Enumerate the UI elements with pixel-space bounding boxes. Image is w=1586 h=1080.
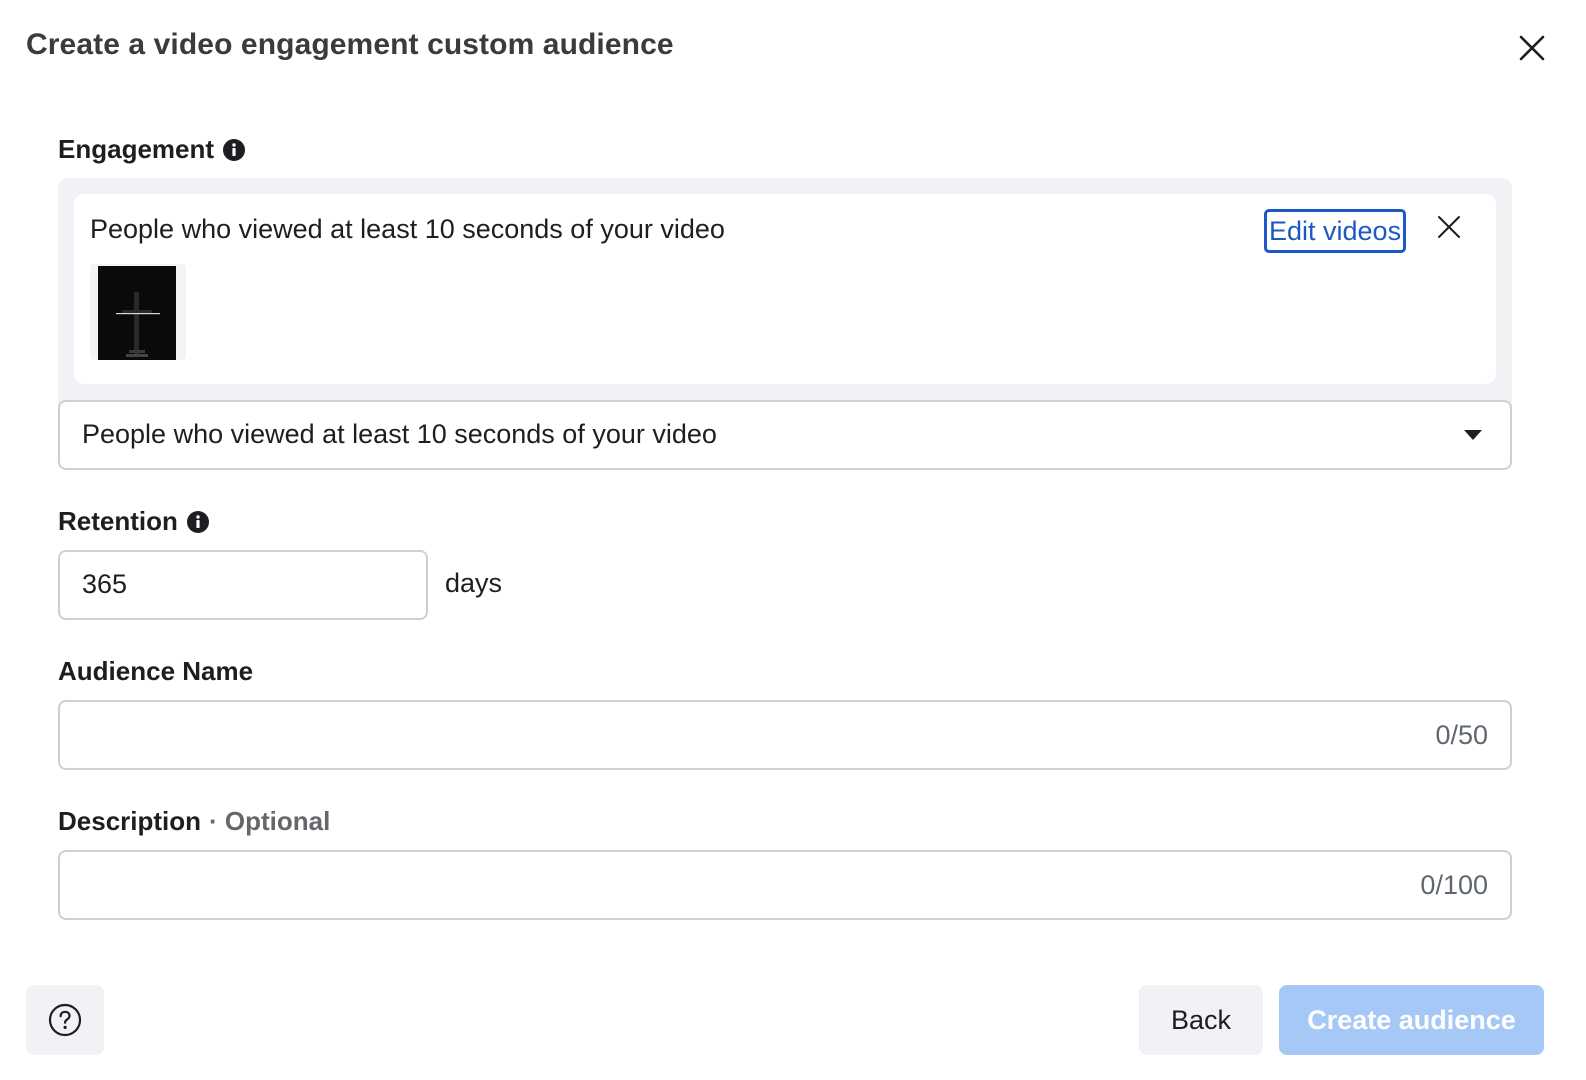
retention-unit: days — [445, 568, 503, 598]
close-icon — [1519, 35, 1545, 61]
caret-down-icon — [1464, 430, 1482, 440]
engagement-type-value: People who viewed at least 10 seconds of… — [82, 419, 717, 449]
close-dialog-button[interactable] — [1514, 30, 1550, 66]
video-thumbnail-frame[interactable] — [90, 264, 186, 360]
description-counter: 0/100 — [1420, 870, 1488, 900]
optional-tag: · Optional — [209, 806, 331, 836]
retention-value: 365 — [82, 569, 128, 599]
description-label: Description — [58, 806, 202, 836]
engagement-label-row: Engagement — [58, 134, 246, 165]
description-input[interactable]: 0/100 — [58, 850, 1512, 920]
dialog-title: Create a video engagement custom audienc… — [26, 28, 674, 61]
info-icon[interactable] — [222, 138, 246, 162]
edit-videos-link[interactable]: Edit videos — [1264, 209, 1407, 253]
retention-label: Retention — [58, 506, 178, 536]
engagement-rule-text: People who viewed at least 10 seconds of… — [90, 214, 725, 244]
engagement-rule-card: People who viewed at least 10 seconds of… — [74, 194, 1496, 384]
video-thumbnail — [98, 266, 176, 360]
audience-name-input[interactable]: 0/50 — [58, 700, 1512, 770]
create-audience-button[interactable]: Create audience — [1279, 985, 1544, 1055]
engagement-section: People who viewed at least 10 seconds of… — [58, 178, 1512, 470]
close-icon — [1438, 216, 1460, 238]
help-icon — [48, 1003, 82, 1037]
back-button[interactable]: Back — [1139, 985, 1263, 1055]
engagement-label: Engagement — [58, 134, 215, 164]
description-label-row: Description · Optional — [58, 806, 330, 837]
info-icon[interactable] — [186, 510, 210, 534]
help-button[interactable] — [26, 985, 104, 1055]
custom-audience-dialog: Create a video engagement custom audienc… — [0, 0, 1586, 1080]
remove-rule-button[interactable] — [1434, 212, 1464, 242]
retention-days-input[interactable]: 365 — [58, 550, 428, 620]
audience-name-counter: 0/50 — [1435, 720, 1488, 750]
audience-name-label: Audience Name — [58, 656, 254, 686]
engagement-type-select[interactable]: People who viewed at least 10 seconds of… — [58, 400, 1512, 470]
retention-label-row: Retention — [58, 506, 210, 537]
audience-name-label-row: Audience Name — [58, 656, 253, 687]
